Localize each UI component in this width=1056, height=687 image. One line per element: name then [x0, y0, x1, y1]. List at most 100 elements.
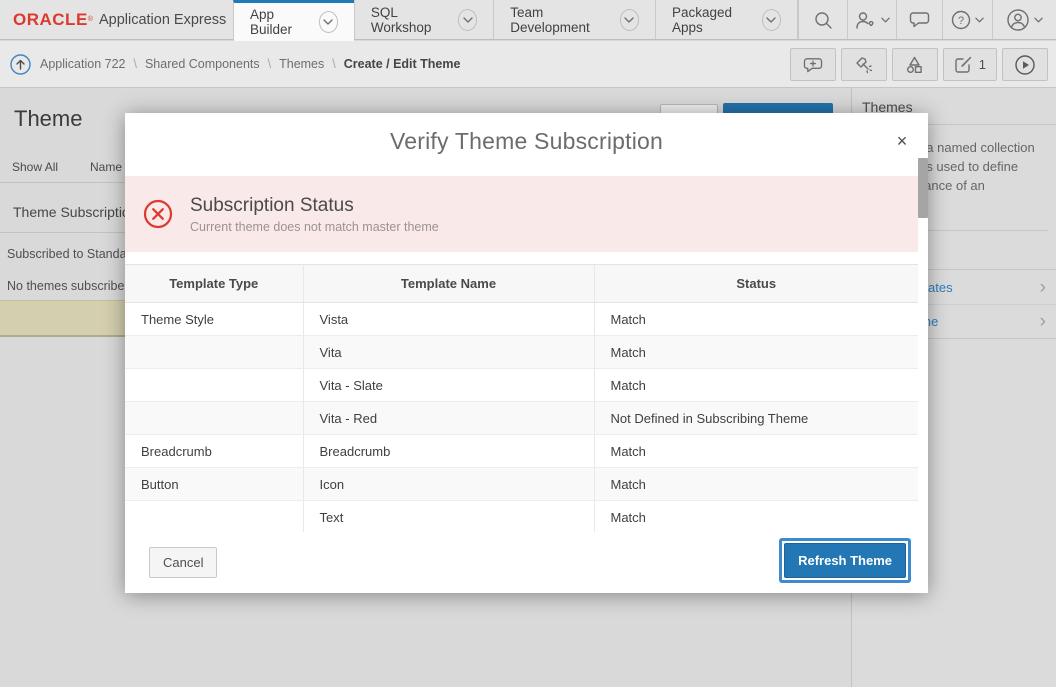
tab-packaged-apps[interactable]: Packaged Apps — [655, 0, 798, 39]
tab-label: Team Development — [510, 5, 611, 35]
chevron-down-icon[interactable] — [620, 9, 639, 31]
search-icon — [813, 10, 833, 30]
table-cell: Not Defined in Subscribing Theme — [594, 402, 918, 435]
subscription-status-alert: Subscription Status Current theme does n… — [125, 176, 918, 252]
chevron-right-icon: › — [1040, 278, 1046, 297]
breadcrumb-item-shared-components[interactable]: Shared Components — [145, 57, 260, 71]
column-header-template-type: Template Type — [125, 265, 303, 303]
tab-label: SQL Workshop — [371, 5, 450, 35]
dialog-title: Verify Theme Subscription — [125, 113, 928, 155]
team-icon — [855, 10, 877, 30]
comment-add-icon — [803, 56, 823, 74]
table-cell: Vita - Slate — [303, 369, 594, 402]
feedback-button[interactable] — [896, 0, 942, 39]
add-comment-button[interactable] — [790, 48, 836, 81]
up-level-icon[interactable] — [10, 54, 31, 75]
account-icon — [1006, 8, 1030, 32]
theme-subscription-section-title: Theme Subscription — [13, 204, 138, 220]
page-title: Theme — [14, 106, 82, 132]
table-cell — [125, 369, 303, 402]
tab-label: App Builder — [250, 7, 311, 37]
theme-spotlight-button[interactable] — [841, 48, 887, 81]
chevron-down-icon[interactable] — [762, 9, 781, 31]
table-row: Theme StyleVistaMatch — [125, 303, 918, 336]
column-header-status: Status — [594, 265, 918, 303]
breadcrumb-separator: \ — [133, 57, 136, 71]
column-header-template-name: Template Name — [303, 265, 594, 303]
table-row: BreadcrumbBreadcrumbMatch — [125, 435, 918, 468]
table-cell: Match — [594, 435, 918, 468]
table-cell — [125, 501, 303, 533]
top-navigation-bar: ORACLE® Application Express App Builder … — [0, 0, 1056, 40]
tab-label: Packaged Apps — [672, 5, 754, 35]
main-tabs: App Builder SQL Workshop Team Developmen… — [233, 0, 798, 39]
chevron-down-icon[interactable] — [458, 9, 477, 31]
table-row: VitaMatch — [125, 336, 918, 369]
trademark-mark: ® — [88, 15, 93, 25]
shapes-icon — [905, 55, 924, 74]
dialog-header: Verify Theme Subscription × — [125, 113, 928, 158]
alert-texts: Subscription Status Current theme does n… — [190, 195, 439, 234]
table-cell: Match — [594, 501, 918, 533]
help-icon: ? — [951, 10, 971, 30]
svg-text:?: ? — [958, 15, 964, 27]
search-button[interactable] — [798, 0, 847, 39]
dialog-scrollbar-thumb[interactable] — [918, 158, 928, 218]
tab-app-builder[interactable]: App Builder — [233, 0, 354, 41]
dialog-footer: Cancel Refresh Theme — [125, 532, 928, 593]
table-cell: Match — [594, 303, 918, 336]
table-cell: Match — [594, 468, 918, 501]
run-application-button[interactable] — [1002, 48, 1048, 81]
nav-utility-icons: ? — [798, 0, 1056, 39]
table-row: Vita - RedNot Defined in Subscribing The… — [125, 402, 918, 435]
edit-pencil-icon — [954, 55, 973, 74]
template-status-table: Template Type Template Name Status Theme… — [125, 264, 918, 532]
table-cell — [125, 336, 303, 369]
breadcrumb-separator: \ — [332, 57, 335, 71]
help-menu-button[interactable]: ? — [942, 0, 992, 39]
play-icon — [1015, 55, 1035, 75]
table-cell: Vista — [303, 303, 594, 336]
breadcrumb-item-themes[interactable]: Themes — [279, 57, 324, 71]
dialog-body: Subscription Status Current theme does n… — [125, 158, 928, 532]
flashlight-icon — [854, 55, 873, 74]
chevron-down-icon[interactable] — [319, 11, 338, 33]
shared-components-button[interactable] — [892, 48, 938, 81]
error-circle-icon — [143, 199, 173, 229]
edit-page-button[interactable]: 1 — [943, 48, 997, 81]
breadcrumb-item-application[interactable]: Application 722 — [40, 57, 125, 71]
name-column-label[interactable]: Name — [90, 160, 122, 174]
chevron-down-icon — [881, 17, 890, 23]
alert-message: Current theme does not match master them… — [190, 220, 439, 234]
table-cell: Breadcrumb — [125, 435, 303, 468]
team-menu-button[interactable] — [847, 0, 896, 39]
account-menu-button[interactable] — [992, 0, 1056, 39]
table-cell: Breadcrumb — [303, 435, 594, 468]
table-row: Vita - SlateMatch — [125, 369, 918, 402]
show-all-label[interactable]: Show All — [12, 160, 58, 174]
table-cell: Match — [594, 369, 918, 402]
table-cell: Theme Style — [125, 303, 303, 336]
table-cell — [125, 402, 303, 435]
breadcrumb-bar: Application 722 \ Shared Components \ Th… — [0, 41, 1056, 88]
template-table-body: Theme StyleVistaMatchVitaMatchVita - Sla… — [125, 303, 918, 533]
table-cell: Icon — [303, 468, 594, 501]
focus-ring: Refresh Theme — [779, 538, 911, 583]
table-cell: Match — [594, 336, 918, 369]
breadcrumb: Application 722 \ Shared Components \ Th… — [10, 41, 460, 87]
table-cell: Text — [303, 501, 594, 533]
cancel-button[interactable]: Cancel — [149, 547, 217, 578]
tab-team-development[interactable]: Team Development — [493, 0, 655, 39]
refresh-theme-button[interactable]: Refresh Theme — [784, 543, 906, 578]
table-cell: Vita — [303, 336, 594, 369]
product-name: Application Express — [99, 12, 226, 28]
brand: ORACLE® Application Express — [0, 0, 233, 39]
chevron-right-icon: › — [1040, 312, 1046, 331]
table-cell: Button — [125, 468, 303, 501]
close-icon[interactable]: × — [890, 129, 914, 153]
page-action-buttons: 1 — [790, 48, 1048, 81]
alert-title: Subscription Status — [190, 195, 439, 217]
chevron-down-icon — [975, 17, 984, 23]
edit-page-number: 1 — [979, 57, 986, 72]
tab-sql-workshop[interactable]: SQL Workshop — [354, 0, 493, 39]
